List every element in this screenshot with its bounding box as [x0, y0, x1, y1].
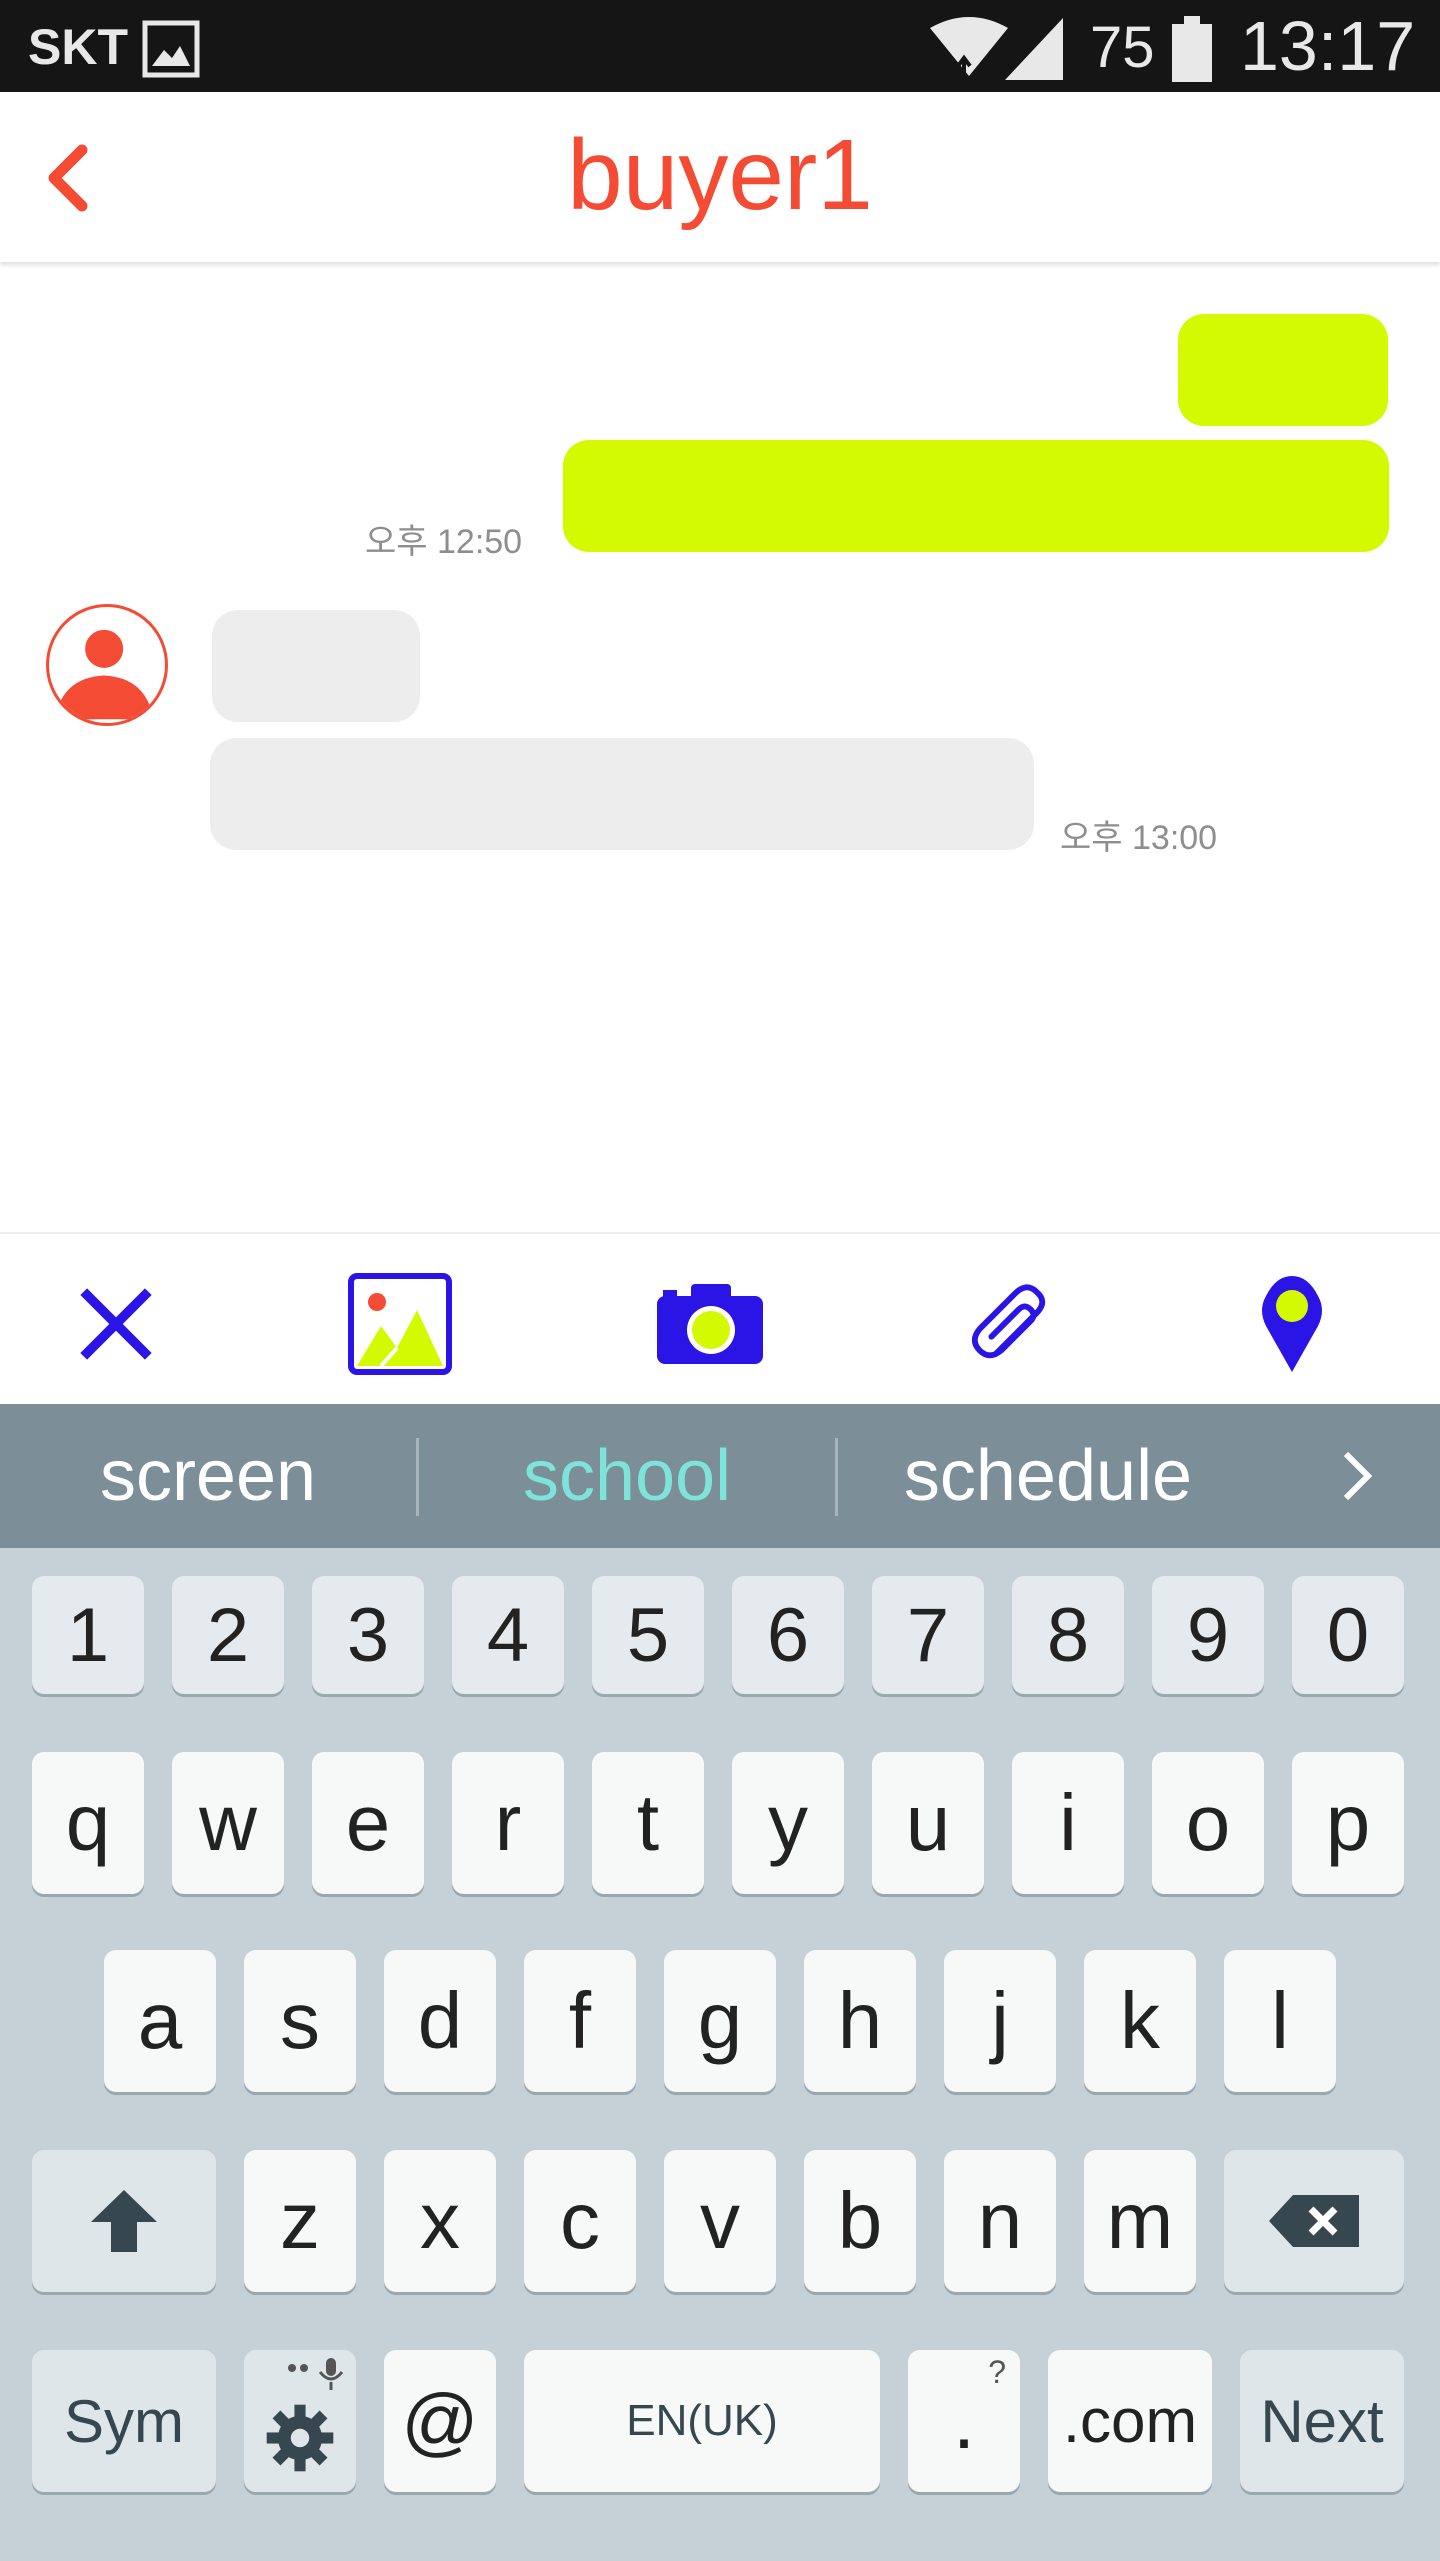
key-r[interactable]: r	[452, 1752, 564, 1894]
period-sub-label: ?	[988, 2354, 1006, 2390]
backspace-key[interactable]	[1224, 2150, 1404, 2292]
key-1[interactable]: 1	[32, 1576, 144, 1694]
status-bar: SKT 75 13:17	[0, 0, 1440, 92]
attachment-bar	[0, 1232, 1440, 1404]
key-f[interactable]: f	[524, 1950, 636, 2092]
key-z[interactable]: z	[244, 2150, 356, 2292]
next-key[interactable]: Next	[1240, 2350, 1404, 2492]
key-n[interactable]: n	[944, 2150, 1056, 2292]
key-a[interactable]: a	[104, 1950, 216, 2092]
close-icon	[80, 1288, 152, 1360]
location-pin-icon	[1262, 1276, 1322, 1372]
message-timestamp: 오후 12:50	[365, 523, 523, 561]
image-notification-icon	[142, 20, 200, 78]
gallery-button[interactable]	[340, 1264, 460, 1384]
gallery-icon	[348, 1273, 452, 1375]
key-w[interactable]: w	[172, 1752, 284, 1894]
key-s[interactable]: s	[244, 1950, 356, 2092]
battery-percent: 75	[1090, 15, 1155, 80]
paperclip-icon	[971, 1284, 1046, 1359]
key-5[interactable]: 5	[592, 1576, 704, 1694]
outgoing-message-bubble[interactable]	[1178, 314, 1388, 426]
key-t[interactable]: t	[592, 1752, 704, 1894]
sym-key[interactable]: Sym	[32, 2350, 216, 2492]
key-3[interactable]: 3	[312, 1576, 424, 1694]
key-b[interactable]: b	[804, 2150, 916, 2292]
dot-com-key[interactable]: .com	[1048, 2350, 1212, 2492]
key-l[interactable]: l	[1224, 1950, 1336, 2092]
key-7[interactable]: 7	[872, 1576, 984, 1694]
backspace-icon	[1269, 2195, 1359, 2247]
shift-arrow-icon	[91, 2190, 157, 2252]
key-g[interactable]: g	[664, 1950, 776, 2092]
clock: 13:17	[1240, 7, 1416, 85]
period-key[interactable]: ? .	[908, 2350, 1020, 2492]
key-9[interactable]: 9	[1152, 1576, 1264, 1694]
shift-key[interactable]	[32, 2150, 216, 2292]
avatar[interactable]	[46, 604, 168, 726]
key-p[interactable]: p	[1292, 1752, 1404, 1894]
key-o[interactable]: o	[1152, 1752, 1264, 1894]
wifi-icon	[930, 17, 1008, 82]
camera-icon	[657, 1284, 763, 1364]
location-button[interactable]	[1232, 1264, 1352, 1384]
message-list: 오후 12:50 오후 13:00	[0, 262, 1440, 1232]
microphone-icon	[288, 2358, 344, 2390]
key-i[interactable]: i	[1012, 1752, 1124, 1894]
key-j[interactable]: j	[944, 1950, 1056, 2092]
gear-icon	[266, 2404, 334, 2472]
key-q[interactable]: q	[32, 1752, 144, 1894]
space-key[interactable]: EN(UK)	[524, 2350, 880, 2492]
at-key[interactable]: @	[384, 2350, 496, 2492]
key-v[interactable]: v	[664, 2150, 776, 2292]
key-m[interactable]: m	[1084, 2150, 1196, 2292]
key-6[interactable]: 6	[732, 1576, 844, 1694]
key-0[interactable]: 0	[1292, 1576, 1404, 1694]
key-k[interactable]: k	[1084, 1950, 1196, 2092]
incoming-message-bubble[interactable]	[210, 738, 1034, 850]
signal-icon	[1005, 18, 1063, 80]
incoming-message-bubble[interactable]	[212, 610, 420, 722]
chevron-right-icon[interactable]	[1334, 1446, 1378, 1506]
key-h[interactable]: h	[804, 1950, 916, 2092]
carrier-label: SKT	[28, 19, 128, 75]
attach-file-button[interactable]	[950, 1264, 1070, 1384]
word-suggestion-bar: screen school schedule	[0, 1404, 1440, 1548]
key-c[interactable]: c	[524, 2150, 636, 2292]
period-label: .	[952, 2376, 976, 2465]
camera-button[interactable]	[650, 1264, 770, 1384]
suggestion-item[interactable]: schedule	[838, 1404, 1258, 1548]
user-avatar-icon	[54, 629, 154, 720]
key-x[interactable]: x	[384, 2150, 496, 2292]
outgoing-message-bubble[interactable]	[563, 440, 1389, 552]
chat-header: buyer1	[0, 92, 1440, 262]
page-title: buyer1	[567, 119, 873, 231]
close-attachments-button[interactable]	[56, 1264, 176, 1384]
key-d[interactable]: d	[384, 1950, 496, 2092]
key-8[interactable]: 8	[1012, 1576, 1124, 1694]
suggestion-item[interactable]: screen	[0, 1404, 416, 1548]
key-u[interactable]: u	[872, 1752, 984, 1894]
key-2[interactable]: 2	[172, 1576, 284, 1694]
message-timestamp: 오후 13:00	[1060, 819, 1218, 857]
key-y[interactable]: y	[732, 1752, 844, 1894]
soft-keyboard: 1 2 3 4 5 6 7 8 9 0 q w e r t y u i o p …	[0, 1548, 1440, 2561]
key-e[interactable]: e	[312, 1752, 424, 1894]
suggestion-item[interactable]: school	[419, 1404, 835, 1548]
battery-icon	[1172, 16, 1212, 82]
settings-key[interactable]	[244, 2350, 356, 2492]
key-4[interactable]: 4	[452, 1576, 564, 1694]
